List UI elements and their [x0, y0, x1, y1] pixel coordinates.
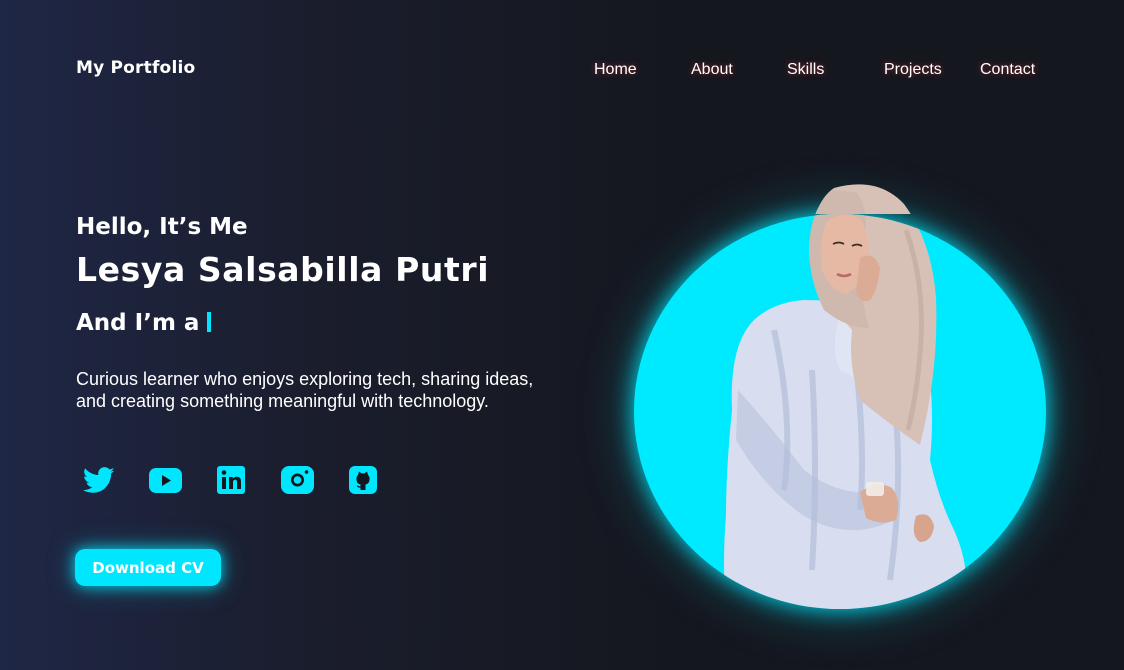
hero-bio-line-1: Curious learner who enjoys exploring tec… [76, 369, 534, 389]
twitter-icon[interactable] [81, 462, 117, 498]
profile-photo [724, 184, 967, 609]
youtube-icon[interactable] [147, 462, 183, 498]
hero-greeting: Hello, It’s Me [76, 214, 248, 240]
github-icon[interactable] [345, 462, 381, 498]
nav-skills[interactable]: Skills [787, 61, 824, 79]
hero-bio: Curious learner who enjoys exploring tec… [76, 368, 576, 412]
linkedin-icon[interactable] [213, 462, 249, 498]
hero-role: And I’m a [76, 310, 212, 336]
hero-name: Lesya Salsabilla Putri [76, 250, 490, 289]
hero-role-prefix: And I’m a [76, 310, 200, 336]
nav-home[interactable]: Home [594, 61, 637, 79]
nav-projects[interactable]: Projects [884, 61, 942, 79]
hero-bio-line-2: and creating something meaningful with t… [76, 391, 489, 411]
nav-about[interactable]: About [691, 61, 733, 79]
main-nav: Home About Skills Projects Contact [0, 61, 1124, 83]
typing-cursor [207, 312, 212, 332]
instagram-icon[interactable] [279, 462, 315, 498]
download-cv-button[interactable]: Download CV [75, 549, 221, 586]
nav-contact[interactable]: Contact [980, 61, 1035, 79]
